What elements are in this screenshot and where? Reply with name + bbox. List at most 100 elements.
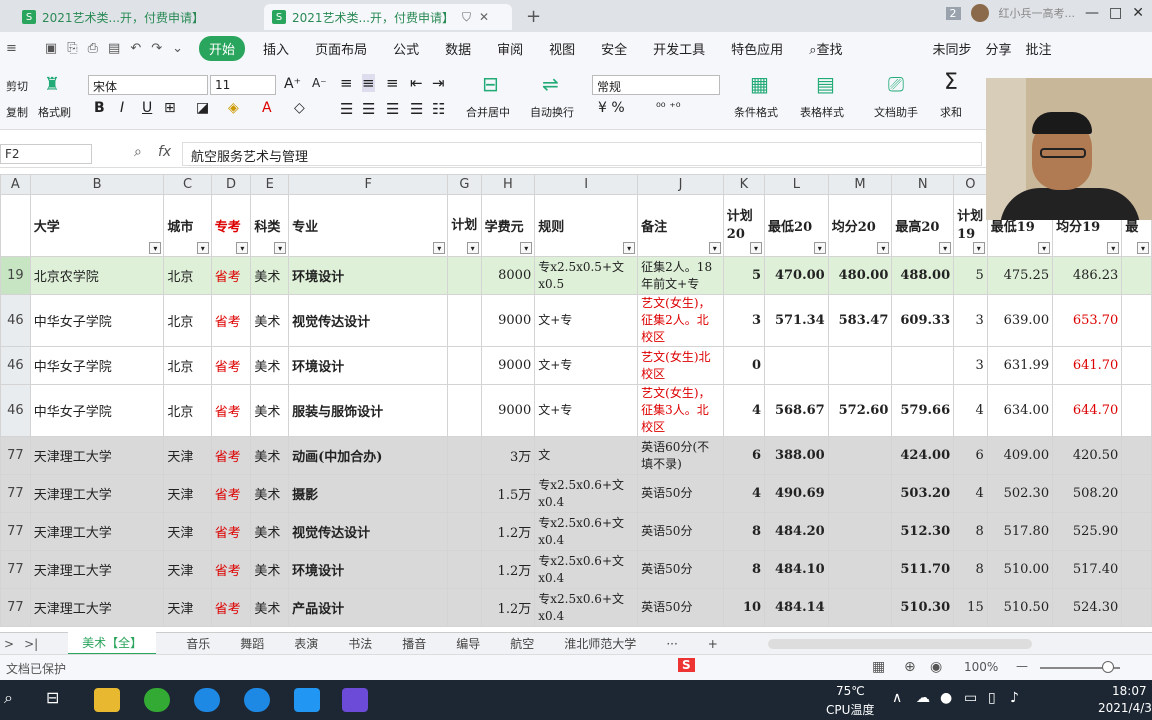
menu-dev-tools[interactable]: 开发工具 xyxy=(653,39,705,58)
filter-dropdown-icon[interactable]: ▾ xyxy=(813,242,826,254)
table-cell[interactable]: 46 xyxy=(0,294,31,347)
table-cell[interactable]: 488.00 xyxy=(891,256,955,295)
table-cell[interactable]: 艺文(女生)北校区 xyxy=(637,346,724,385)
table-cell[interactable]: 6 xyxy=(722,436,766,475)
table-cell[interactable]: 艺文(女生)，征集2人。北校区 xyxy=(637,294,724,347)
table-cell[interactable]: 3万 xyxy=(480,436,536,475)
table-cell[interactable]: 专x2.5x0.6+文x0.4 xyxy=(534,474,639,513)
table-cell[interactable]: 美术 xyxy=(250,512,290,551)
first-sheet-icon[interactable]: > xyxy=(4,637,14,651)
field-header[interactable]: 大学 ▾ xyxy=(29,194,165,257)
table-cell[interactable] xyxy=(447,474,482,513)
field-header[interactable]: 规则 ▾ xyxy=(534,194,639,257)
table-cell[interactable]: 天津 xyxy=(163,550,212,589)
underline-icon[interactable]: U xyxy=(142,100,152,116)
avatar[interactable] xyxy=(970,4,989,22)
table-cell[interactable]: 中华女子学院 xyxy=(29,346,165,385)
table-cell[interactable]: 3 xyxy=(953,346,988,385)
app-icon-3[interactable] xyxy=(294,688,320,712)
table-cell[interactable]: 视觉传达设计 xyxy=(288,512,449,551)
more-sheets-icon[interactable]: ··· xyxy=(666,637,677,651)
sum-button[interactable]: 求和 xyxy=(940,104,962,120)
table-cell[interactable]: 3 xyxy=(953,294,988,347)
fx-icon[interactable]: fx xyxy=(158,144,171,160)
more-icon[interactable]: ⌄ xyxy=(172,41,183,56)
table-cell[interactable]: 470.00 xyxy=(764,256,829,295)
view-page-icon[interactable]: ⊕ xyxy=(904,659,916,675)
table-cell[interactable]: 英语50分 xyxy=(637,512,724,551)
bold-icon[interactable]: B xyxy=(94,100,105,116)
table-style-button[interactable]: 表格样式 xyxy=(800,104,844,120)
italic-icon[interactable]: I xyxy=(120,100,124,116)
table-cell[interactable]: 5 xyxy=(953,256,988,295)
table-cell[interactable]: 420.50 xyxy=(1052,436,1123,475)
network-icon[interactable]: ▭ xyxy=(964,690,977,706)
table-cell[interactable] xyxy=(447,294,482,347)
filter-dropdown-icon[interactable]: ▾ xyxy=(466,242,479,254)
sheet-tab-dance[interactable]: 舞蹈 xyxy=(240,635,264,652)
table-cell[interactable]: 天津理工大学 xyxy=(29,512,165,551)
table-cell[interactable]: 77 xyxy=(0,550,31,589)
column-header[interactable]: A xyxy=(0,174,31,195)
format-painter-icon[interactable]: ♜ xyxy=(44,74,60,95)
table-cell[interactable] xyxy=(1121,256,1152,295)
font-grow-icon[interactable]: A⁺ xyxy=(284,76,301,92)
table-cell[interactable]: 388.00 xyxy=(764,436,829,475)
doc-helper-icon[interactable]: ⎚ xyxy=(888,72,904,96)
table-cell[interactable]: 46 xyxy=(0,384,31,437)
sheet-tab-huaibei[interactable]: 淮北师范大学 xyxy=(564,635,636,652)
table-cell[interactable]: 480.00 xyxy=(827,256,893,295)
sheet-tab-music[interactable]: 音乐 xyxy=(186,635,210,652)
field-header[interactable]: 计划19 ▾ xyxy=(953,194,988,257)
table-cell[interactable]: 省考 xyxy=(210,294,252,347)
table-cell[interactable]: 631.99 xyxy=(986,346,1054,385)
table-cell[interactable]: 9000 xyxy=(480,384,536,437)
table-cell[interactable]: 专x2.5x0.6+文x0.4 xyxy=(534,550,639,589)
number-format-select[interactable]: 常规 xyxy=(592,75,720,95)
align-bottom-icon[interactable]: ≡ xyxy=(386,74,399,92)
table-cell[interactable]: 9000 xyxy=(480,294,536,347)
table-cell[interactable]: 环境设计 xyxy=(288,256,449,295)
user-name[interactable]: 红小兵一高考... xyxy=(999,5,1076,21)
table-cell[interactable]: 征集2人。18年前文+专 xyxy=(637,256,724,295)
column-header[interactable]: J xyxy=(637,174,724,195)
highlight-icon[interactable]: ◈ xyxy=(228,100,239,116)
table-cell[interactable]: 北京 xyxy=(163,294,212,347)
table-cell[interactable]: 424.00 xyxy=(891,436,955,475)
cond-format-button[interactable]: 条件格式 xyxy=(734,104,778,120)
table-cell[interactable]: 15 xyxy=(953,588,988,627)
sheet-tab-broadcast[interactable]: 播音 xyxy=(402,635,426,652)
table-cell[interactable]: 英语50分 xyxy=(637,588,724,627)
table-cell[interactable]: 英语60分(不填不录) xyxy=(637,436,724,475)
table-cell[interactable]: 517.40 xyxy=(1052,550,1123,589)
table-cell[interactable]: 省考 xyxy=(210,436,252,475)
column-header[interactable]: C xyxy=(163,174,212,195)
filter-dropdown-icon[interactable]: ▾ xyxy=(1107,242,1120,254)
cut-button[interactable]: 剪切 xyxy=(6,78,28,94)
table-cell[interactable]: 天津 xyxy=(163,436,212,475)
table-cell[interactable]: 77 xyxy=(0,474,31,513)
table-cell[interactable]: 北京 xyxy=(163,256,212,295)
table-cell[interactable]: 1.2万 xyxy=(480,588,536,627)
new-tab-icon[interactable]: + xyxy=(526,6,541,27)
table-cell[interactable]: 美术 xyxy=(250,346,290,385)
currency-icon[interactable]: ¥ % xyxy=(598,100,625,116)
close-icon[interactable]: ✕ xyxy=(1132,5,1144,21)
view-normal-icon[interactable]: ▦ xyxy=(872,659,885,675)
table-cell[interactable]: 美术 xyxy=(250,588,290,627)
border-icon[interactable]: ⊞ xyxy=(164,100,176,116)
table-cell[interactable]: 517.80 xyxy=(986,512,1054,551)
table-cell[interactable]: 天津 xyxy=(163,474,212,513)
align-center-icon[interactable]: ☰ xyxy=(362,100,375,118)
table-cell[interactable]: 510.30 xyxy=(891,588,955,627)
table-cell[interactable] xyxy=(827,436,893,475)
undo-icon[interactable]: ↶ xyxy=(130,41,141,56)
menu-view[interactable]: 视图 xyxy=(549,39,575,58)
merge-center-button[interactable]: 合并居中 xyxy=(466,104,510,120)
justify-icon[interactable]: ☰ xyxy=(410,100,423,118)
sync-status[interactable]: 未同步 xyxy=(932,39,971,58)
sheet-tab-direct[interactable]: 编导 xyxy=(456,635,480,652)
table-cell[interactable]: 北京农学院 xyxy=(29,256,165,295)
filter-dropdown-icon[interactable]: ▾ xyxy=(274,242,287,254)
filter-dropdown-icon[interactable]: ▾ xyxy=(433,242,446,254)
